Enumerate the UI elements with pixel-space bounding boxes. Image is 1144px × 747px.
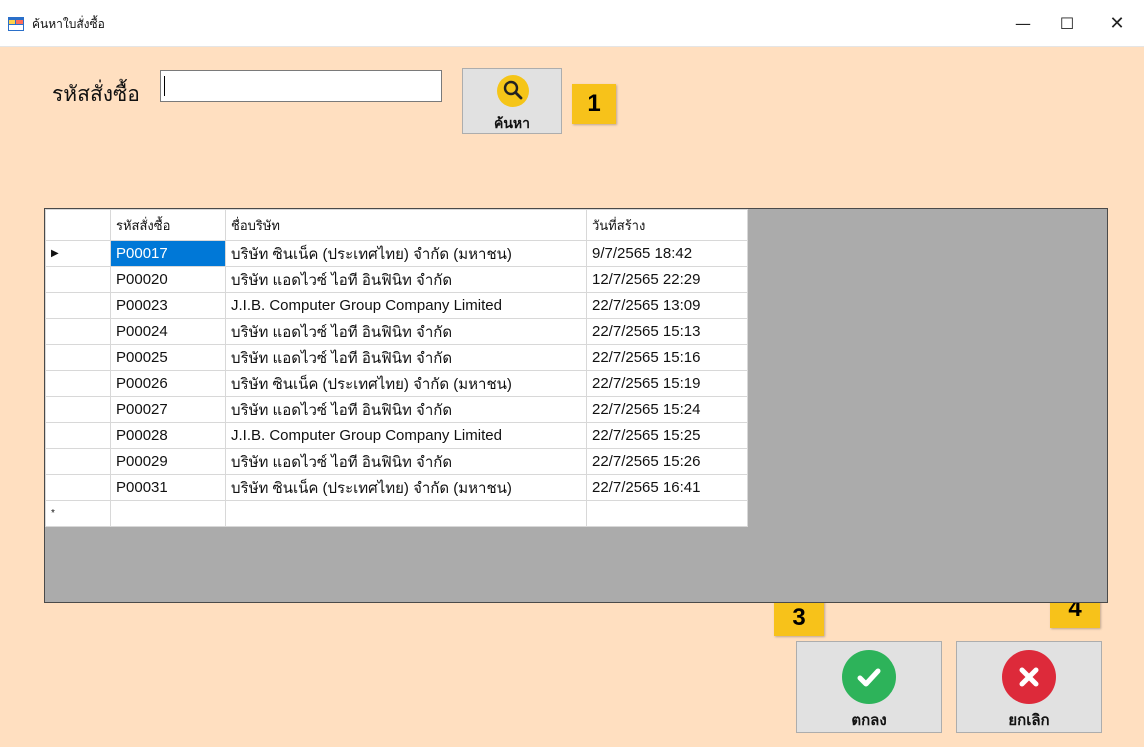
row-header[interactable] [45, 422, 111, 449]
order-code-cell[interactable]: P00029 [110, 448, 226, 475]
close-button[interactable]: ✕ [1094, 0, 1140, 46]
row-header[interactable] [45, 292, 111, 319]
search-button-label: ค้นหา [493, 116, 531, 132]
table-row[interactable]: P00023 J.I.B. Computer Group Company Limi… [45, 292, 748, 319]
ok-button-label: ตกลง [851, 711, 887, 729]
empty-cell[interactable] [225, 500, 587, 527]
window-title: ค้นหาใบสั่งซื้อ [32, 17, 105, 31]
row-header[interactable] [45, 266, 111, 293]
company-cell[interactable]: บริษัท แอดไวซ์ ไอที อินฟินิท จำกัด [225, 448, 587, 475]
created-date-cell[interactable]: 22/7/2565 15:25 [586, 422, 748, 449]
row-header[interactable] [45, 448, 111, 475]
table-row[interactable]: P00026 บริษัท ซินเน็ค (ประเทศไทย) จำกัด (… [45, 370, 748, 397]
created-date-cell[interactable]: 9/7/2565 18:42 [586, 240, 748, 267]
order-code-label: รหัสสั่งซื้อ [52, 82, 140, 106]
column-header-company[interactable]: ชื่อบริษัท [225, 209, 587, 241]
company-cell[interactable]: บริษัท แอดไวซ์ ไอที อินฟินิท จำกัด [225, 266, 587, 293]
ok-button[interactable]: ตกลง [796, 641, 942, 733]
created-date-cell[interactable]: 22/7/2565 16:41 [586, 474, 748, 501]
title-bar: ค้นหาใบสั่งซื้อ — ☐ ✕ [0, 0, 1144, 47]
column-header-created-date[interactable]: วันที่สร้าง [586, 209, 748, 241]
row-header[interactable]: ▶ [45, 240, 111, 267]
table-row[interactable]: ▶ P00017 บริษัท ซินเน็ค (ประเทศไทย) จำกัด … [45, 240, 748, 267]
row-header[interactable] [45, 344, 111, 371]
order-code-cell[interactable]: P00023 [110, 292, 226, 319]
order-code-cell[interactable]: P00031 [110, 474, 226, 501]
text-caret [164, 76, 165, 96]
maximize-button[interactable]: ☐ [1044, 0, 1090, 46]
orders-grid[interactable]: รหัสสั่งซื้อ ชื่อบริษัท วันที่สร้าง ▶ P00… [44, 208, 1108, 603]
table-row[interactable]: P00029 บริษัท แอดไวซ์ ไอที อินฟินิท จำกัด… [45, 448, 748, 475]
created-date-cell[interactable]: 22/7/2565 15:26 [586, 448, 748, 475]
row-header[interactable] [45, 370, 111, 397]
order-code-cell[interactable]: P00025 [110, 344, 226, 371]
created-date-cell[interactable]: 12/7/2565 22:29 [586, 266, 748, 293]
order-code-cell[interactable]: P00026 [110, 370, 226, 397]
table-row[interactable]: P00028 J.I.B. Computer Group Company Limi… [45, 422, 748, 449]
order-code-cell[interactable]: P00017 [110, 240, 226, 267]
company-cell[interactable]: บริษัท แอดไวซ์ ไอที อินฟินิท จำกัด [225, 396, 587, 423]
app-icon [8, 16, 24, 31]
table-row[interactable]: P00031 บริษัท ซินเน็ค (ประเทศไทย) จำกัด (… [45, 474, 748, 501]
row-header[interactable] [45, 474, 111, 501]
company-cell[interactable]: บริษัท ซินเน็ค (ประเทศไทย) จำกัด (มหาชน) [225, 474, 587, 501]
callout-1: 1 [572, 84, 616, 124]
created-date-cell[interactable]: 22/7/2565 15:19 [586, 370, 748, 397]
cancel-button[interactable]: ยกเลิก [956, 641, 1102, 733]
search-icon [497, 75, 529, 107]
new-row[interactable]: * [45, 500, 748, 527]
company-cell[interactable]: บริษัท แอดไวซ์ ไอที อินฟินิท จำกัด [225, 344, 587, 371]
grid-header-row: รหัสสั่งซื้อ ชื่อบริษัท วันที่สร้าง [45, 209, 748, 241]
order-code-input[interactable] [160, 70, 442, 102]
empty-cell[interactable] [586, 500, 748, 527]
order-code-cell[interactable]: P00020 [110, 266, 226, 293]
row-header[interactable] [45, 396, 111, 423]
table-row[interactable]: P00025 บริษัท แอดไวซ์ ไอที อินฟินิท จำกัด… [45, 344, 748, 371]
check-icon [842, 650, 896, 704]
callout-3: 3 [774, 600, 824, 636]
company-cell[interactable]: J.I.B. Computer Group Company Limited [225, 292, 587, 319]
row-header-corner [45, 209, 111, 241]
column-header-order-code[interactable]: รหัสสั่งซื้อ [110, 209, 226, 241]
company-cell[interactable]: บริษัท ซินเน็ค (ประเทศไทย) จำกัด (มหาชน) [225, 370, 587, 397]
order-code-cell[interactable]: P00028 [110, 422, 226, 449]
table-row[interactable]: P00027 บริษัท แอดไวซ์ ไอที อินฟินิท จำกัด… [45, 396, 748, 423]
created-date-cell[interactable]: 22/7/2565 15:13 [586, 318, 748, 345]
row-header[interactable] [45, 318, 111, 345]
table-row[interactable]: P00020 บริษัท แอดไวซ์ ไอที อินฟินิท จำกัด… [45, 266, 748, 293]
order-code-cell[interactable]: P00027 [110, 396, 226, 423]
table-row[interactable]: P00024 บริษัท แอดไวซ์ ไอที อินฟินิท จำกัด… [45, 318, 748, 345]
created-date-cell[interactable]: 22/7/2565 13:09 [586, 292, 748, 319]
x-icon [1002, 650, 1056, 704]
created-date-cell[interactable]: 22/7/2565 15:24 [586, 396, 748, 423]
order-code-cell[interactable]: P00024 [110, 318, 226, 345]
cancel-button-label: ยกเลิก [1008, 711, 1050, 729]
created-date-cell[interactable]: 22/7/2565 15:16 [586, 344, 748, 371]
company-cell[interactable]: บริษัท ซินเน็ค (ประเทศไทย) จำกัด (มหาชน) [225, 240, 587, 267]
minimize-button[interactable]: — [1000, 0, 1046, 46]
orders-table: รหัสสั่งซื้อ ชื่อบริษัท วันที่สร้าง ▶ P00… [45, 209, 748, 527]
search-button[interactable]: ค้นหา [462, 68, 562, 134]
new-row-marker: * [45, 500, 111, 527]
empty-cell[interactable] [110, 500, 226, 527]
company-cell[interactable]: J.I.B. Computer Group Company Limited [225, 422, 587, 449]
company-cell[interactable]: บริษัท แอดไวซ์ ไอที อินฟินิท จำกัด [225, 318, 587, 345]
